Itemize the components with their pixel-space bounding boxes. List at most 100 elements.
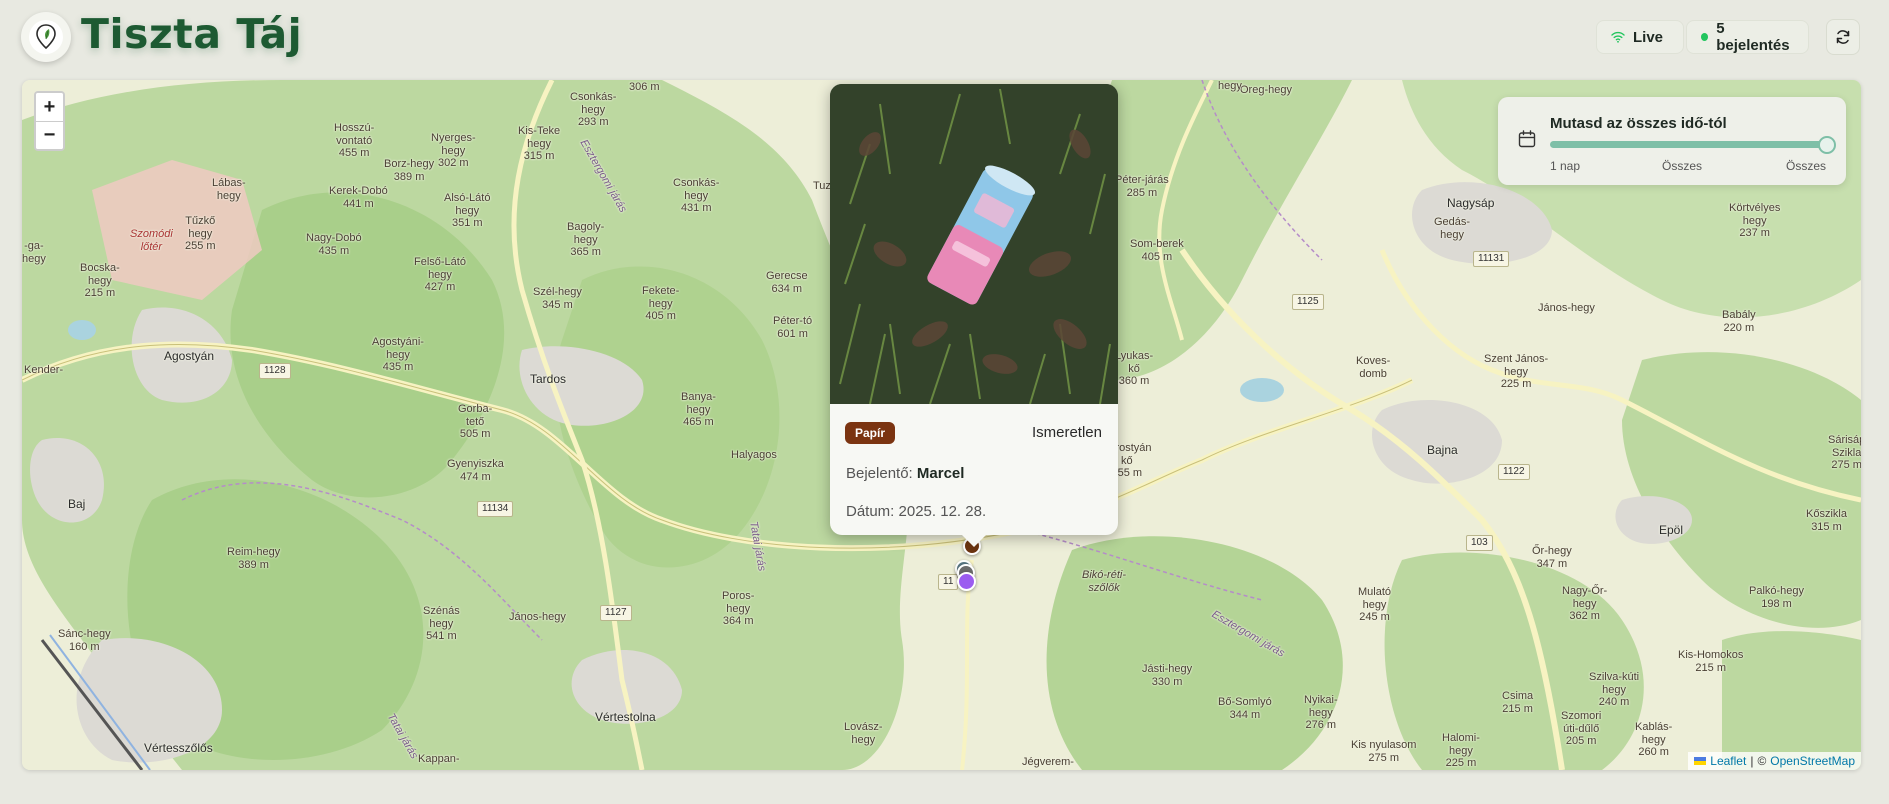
road-number: 11 xyxy=(938,574,959,590)
time-slider-track[interactable] xyxy=(1550,141,1828,148)
peak-label: Szél-hegy 345 m xyxy=(533,286,582,311)
zoom-out-button[interactable]: − xyxy=(36,121,63,149)
peak-label: Gedás- hegy xyxy=(1434,216,1471,241)
peak-label: Koves- domb xyxy=(1356,355,1391,380)
peak-label: Oreg-hegy xyxy=(1240,84,1292,96)
peak-label: Gerecse 634 m xyxy=(766,270,808,295)
road-number: 1122 xyxy=(1498,464,1530,480)
road-number: 11131 xyxy=(1473,251,1510,267)
ukraine-flag-icon xyxy=(1694,757,1707,765)
peak-label: Som-berek 405 m xyxy=(1130,238,1184,263)
peak-label: Sárisáp Szikla 275 m xyxy=(1828,434,1861,472)
report-count-badge: 5 bejelentés xyxy=(1686,20,1809,54)
time-slider-thumb[interactable] xyxy=(1818,136,1836,154)
place-label: Vértestolna xyxy=(595,710,656,724)
place-label: Epöl xyxy=(1659,523,1684,537)
peak-label: Felső-Látó hegy 427 m xyxy=(414,256,466,294)
peak-label: Nyerges- hegy 302 m xyxy=(431,132,476,170)
peak-label: Szénás hegy 541 m xyxy=(423,605,460,643)
leaflet-link[interactable]: Leaflet xyxy=(1710,754,1746,768)
place-label: Tardos xyxy=(530,372,567,386)
peak-label: Halomi- hegy 225 m xyxy=(1442,732,1480,770)
peak-label: Alsó-Látó hegy 351 m xyxy=(444,192,491,230)
peak-label: hegy xyxy=(1218,80,1242,92)
osm-link[interactable]: OpenStreetMap xyxy=(1770,754,1855,768)
peak-label: Őr-hegy 347 m xyxy=(1532,545,1572,570)
peak-label: Nyikai- hegy 276 m xyxy=(1304,694,1338,732)
place-label: Kender- xyxy=(24,364,64,376)
place-label: Agostyán xyxy=(164,349,215,363)
slider-min-label: 1 nap xyxy=(1550,159,1581,173)
peak-label: Szilva-kúti hegy 240 m xyxy=(1589,671,1640,709)
peak-label: Kablás- hegy 260 m xyxy=(1635,721,1673,759)
peak-label: Kis-Teke hegy 315 m xyxy=(518,125,561,163)
peak-label: Fekete- hegy 405 m xyxy=(642,285,680,323)
peak-label: Gyenyiszka 474 m xyxy=(447,458,504,483)
road-number: 1127 xyxy=(600,605,632,621)
report-popup: Papír Ismeretlen Bejelentő: Marcel Dátum… xyxy=(830,84,1118,547)
map-pin-leaf-icon xyxy=(36,24,56,50)
live-label: Live xyxy=(1633,28,1664,46)
peak-label: Mulató hegy 245 m xyxy=(1358,586,1392,624)
attribution-copyright: © xyxy=(1757,754,1767,768)
peak-label: Lábas- hegy xyxy=(212,177,246,202)
peak-label: Csima 215 m xyxy=(1502,690,1534,715)
peak-label: Péter-járás 285 m xyxy=(1115,174,1169,199)
status-dot-icon xyxy=(1701,33,1709,41)
road-number: 1128 xyxy=(259,363,291,379)
peak-label: János-hegy xyxy=(509,611,566,623)
app-title: Tiszta Táj xyxy=(81,10,303,58)
date-value: 2025. 12. 28. xyxy=(898,503,987,520)
peak-label: Szent János- hegy 225 m xyxy=(1484,353,1549,391)
slider-max-label: Összes xyxy=(1786,159,1827,173)
peak-label: Kerek-Dobó 441 m xyxy=(329,185,388,210)
place-label: Bajna xyxy=(1427,443,1458,457)
peak-label: Reim-hegy 389 m xyxy=(227,546,281,571)
road-number: 103 xyxy=(1466,535,1493,551)
wifi-icon xyxy=(1611,31,1625,43)
time-filter-panel: Mutasd az összes idő-tól 1 nap Összes Ös… xyxy=(1498,97,1846,185)
time-filter-title: Mutasd az összes idő-tól xyxy=(1550,115,1727,132)
peak-label: 306 m xyxy=(629,81,660,93)
peak-label: Borz-hegy 389 m xyxy=(384,158,435,183)
place-label: Baj xyxy=(68,497,86,511)
reporter-row: Bejelentő: Marcel xyxy=(846,465,964,482)
zoom-in-button[interactable]: + xyxy=(36,93,63,121)
reporter-label: Bejelentő: xyxy=(846,465,913,482)
map-view[interactable]: Agostyán Tardos Baj Vértestolna Vértessz… xyxy=(22,80,1861,770)
zoom-control: + − xyxy=(34,91,65,151)
report-marker[interactable] xyxy=(957,572,976,591)
peak-label: Gorba- tető 505 m xyxy=(458,403,493,441)
peak-label: Lovász- hegy xyxy=(844,721,883,746)
peak-label: Nagy-Dobó 435 m xyxy=(306,232,362,257)
peak-label: Bő-Somlyó 344 m xyxy=(1218,696,1272,721)
peak-label: Kis-Homokos 215 m xyxy=(1678,649,1744,674)
calendar-icon xyxy=(1518,130,1536,148)
refresh-icon xyxy=(1836,30,1850,44)
peak-label: Péter-tó 601 m xyxy=(773,315,813,340)
app-header: Tiszta Táj Live 5 bejelentés xyxy=(0,0,1889,76)
peak-label: Jásti-hegy 330 m xyxy=(1142,663,1193,688)
report-photo xyxy=(830,84,1118,404)
peak-label: Halyagos xyxy=(731,449,777,461)
popup-tip xyxy=(960,533,988,547)
peak-label: Csonkás- hegy 293 m xyxy=(570,91,617,129)
road-number: 1125 xyxy=(1292,294,1324,310)
peak-label: Nagy-Őr- hegy 362 m xyxy=(1562,585,1608,623)
peak-label: Tűzkő hegy 255 m xyxy=(185,215,216,253)
peak-label: Agostyáni- hegy 435 m xyxy=(372,336,424,374)
refresh-button[interactable] xyxy=(1826,19,1860,55)
peak-label: János-hegy xyxy=(1538,302,1595,314)
date-label: Dátum: xyxy=(846,503,895,520)
live-indicator: Live xyxy=(1596,20,1684,54)
peak-label: Poros- hegy 364 m xyxy=(722,590,755,628)
peak-label: Csonkás- hegy 431 m xyxy=(673,177,720,215)
peak-label: Jégverem- xyxy=(1022,756,1074,768)
place-label: Nagysáp xyxy=(1447,196,1495,210)
slider-mid-label: Összes xyxy=(1662,159,1703,173)
peak-label: Bagoly- hegy 365 m xyxy=(567,221,605,259)
peak-label: Sánc-hegy 160 m xyxy=(58,628,111,653)
peak-label: Babály 220 m xyxy=(1722,309,1756,334)
status-text: Ismeretlen xyxy=(1031,424,1102,441)
road-number: 11134 xyxy=(477,501,514,517)
